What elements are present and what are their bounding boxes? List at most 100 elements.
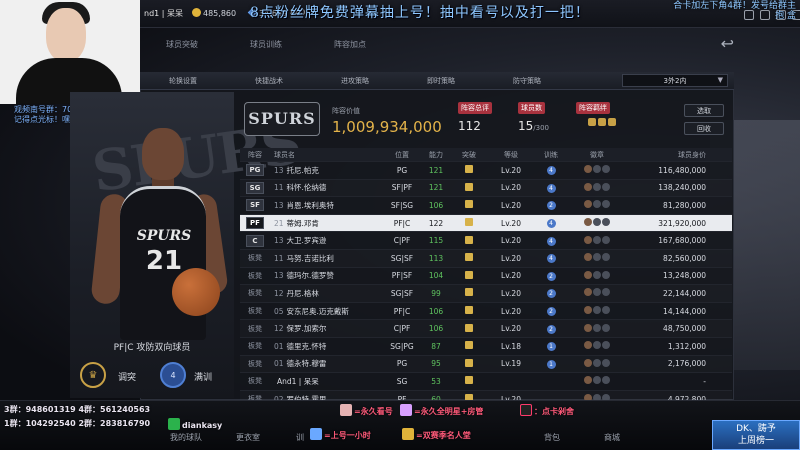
break-cell bbox=[450, 323, 488, 334]
badge-icon bbox=[584, 235, 592, 244]
level-cell: Lv.20 bbox=[501, 236, 521, 246]
train-level-icon: 2 bbox=[546, 324, 556, 334]
tab-quick-tactics[interactable]: 快捷战术 bbox=[226, 72, 312, 89]
badge-icon bbox=[602, 200, 610, 209]
break-cell bbox=[450, 235, 488, 246]
tab-points[interactable]: 阵容加点 bbox=[308, 34, 392, 54]
player-name: 托尼.帕克 bbox=[286, 165, 319, 175]
player-name-cell: 21 蒂姆.邓肯 bbox=[270, 218, 382, 229]
train-level-icon: 4 bbox=[546, 236, 556, 246]
slot-cell: 板凳 bbox=[240, 376, 270, 386]
breakthrough-button[interactable]: ♛ bbox=[80, 362, 106, 388]
badge-cell bbox=[568, 358, 626, 369]
level-cell: Lv.20 bbox=[501, 218, 521, 228]
table-row[interactable]: PG 13 托尼.帕克 PG 121 Lv.20 4 116,480,000 bbox=[240, 162, 732, 180]
webcam-overlay bbox=[0, 0, 140, 104]
breakthrough-label[interactable]: 调突 bbox=[118, 370, 136, 383]
nav-my-team[interactable]: 我的球队 bbox=[170, 432, 202, 443]
back-arrow-icon[interactable]: ↩ bbox=[721, 34, 734, 53]
table-header: 阵容 球员名 位置 能力 突破 等级 训练 徽章 球员身价 bbox=[240, 148, 732, 162]
slot-cell: SF bbox=[240, 199, 270, 212]
bench-label: 板凳 bbox=[248, 324, 262, 333]
rating-cell: 53 bbox=[431, 376, 441, 386]
jersey-num: 05 bbox=[274, 306, 284, 316]
rating-cell: 122 bbox=[428, 218, 444, 228]
badge-icon bbox=[584, 288, 592, 297]
level-cell: Lv.20 bbox=[501, 253, 521, 263]
table-row[interactable]: 板凳 11 马努.吉诺比利 SG|SF 113 Lv.20 4 82,560,000 bbox=[240, 250, 732, 268]
tab-offense[interactable]: 进攻策略 bbox=[312, 72, 398, 89]
train-level-icon: 4 bbox=[546, 254, 556, 264]
break-cell bbox=[450, 358, 488, 369]
table-row[interactable]: 板凳 01 德里克.怀特 SG|PG 87 Lv.18 1 1,312,000 bbox=[240, 338, 732, 356]
badge-icon bbox=[593, 288, 601, 297]
nav-backpack[interactable]: 背包 bbox=[544, 432, 560, 443]
tiktok-icon bbox=[520, 404, 532, 416]
lineup-select[interactable]: 3外2内 ▼ bbox=[622, 74, 728, 87]
coin-icon bbox=[192, 8, 201, 17]
badge-icon bbox=[584, 182, 592, 191]
player-name: 丹尼.格林 bbox=[286, 288, 319, 298]
badge-icon bbox=[602, 270, 610, 279]
train-label[interactable]: 满训 bbox=[194, 370, 212, 383]
train-button[interactable]: 4 bbox=[160, 362, 186, 388]
tab-breakthrough[interactable]: 球员突破 bbox=[140, 34, 224, 54]
tab-instant[interactable]: 即时策略 bbox=[398, 72, 484, 89]
nav-locker-room[interactable]: 更衣室 bbox=[236, 432, 260, 443]
table-row[interactable]: 板凳 13 德玛尔.德罗赞 PF|SF 104 Lv.20 2 13,248,000 bbox=[240, 268, 732, 286]
lineup-buff[interactable]: 阵容羁绊 bbox=[576, 102, 610, 114]
tab-defense[interactable]: 防守策略 bbox=[484, 72, 570, 89]
slot-cell: 板凳 bbox=[240, 288, 270, 298]
bench-label: 板凳 bbox=[248, 359, 262, 368]
recycle-button[interactable]: 回收 bbox=[684, 122, 724, 135]
train-cell: 4 bbox=[534, 236, 568, 246]
lineup-value-label: 阵容价值 bbox=[332, 107, 360, 115]
table-row[interactable]: 板凳 12 丹尼.格林 SG|SF 99 Lv.20 2 22,144,000 bbox=[240, 285, 732, 303]
nav-training[interactable]: 训 bbox=[296, 432, 304, 443]
train-cell: 2 bbox=[534, 288, 568, 299]
table-row[interactable]: 板凳 And1 | 呆呆 SG 53 - bbox=[240, 373, 732, 391]
jersey-num: 13 bbox=[274, 165, 284, 175]
table-row[interactable]: 板凳 12 保罗.加索尔 C|PF 106 Lv.20 2 48,750,000 bbox=[240, 320, 732, 338]
tag-watch: =永久看号 bbox=[340, 404, 393, 417]
train-cell: 2 bbox=[534, 271, 568, 281]
badge-icon bbox=[593, 253, 601, 262]
table-row[interactable]: 板凳 01 德永特.穆雷 PG 95 Lv.19 1 2,176,000 bbox=[240, 356, 732, 374]
player-name: 德里克.怀特 bbox=[286, 341, 327, 351]
train-cell: 1 bbox=[534, 359, 568, 369]
badge-icon bbox=[584, 358, 592, 367]
position-cell: SG bbox=[396, 376, 408, 386]
crown-icon bbox=[465, 288, 473, 297]
player-name-cell: 13 德玛尔.德罗赞 bbox=[270, 270, 382, 281]
tab-rotation[interactable]: 轮换设置 bbox=[140, 72, 226, 89]
train-cell: 4 bbox=[534, 165, 568, 176]
basketball bbox=[172, 268, 220, 316]
table-row[interactable]: SG 11 科怀.伦纳德 SF|PF 121 Lv.20 4 138,240,000 bbox=[240, 180, 732, 198]
tag-allstar: =永久全明星+房管 bbox=[400, 404, 483, 417]
badge-icon bbox=[593, 200, 601, 209]
tab-training[interactable]: 球员训练 bbox=[224, 34, 308, 54]
table-row[interactable]: PF 21 蒂姆.邓肯 PF|C 122 Lv.20 4 321,920,000 bbox=[240, 214, 732, 233]
break-cell bbox=[450, 200, 488, 210]
badge-cell bbox=[568, 288, 626, 298]
table-row[interactable]: SF 13 肖恩.埃利奥特 SF|SG 106 Lv.20 2 81,280,000 bbox=[240, 197, 732, 215]
badge-icon bbox=[602, 182, 610, 191]
bench-label: 板凳 bbox=[248, 254, 262, 263]
table-row[interactable]: 板凳 05 安东尼奥.迈克戴斯 PF|C 106 Lv.20 2 14,144,000 bbox=[240, 303, 732, 321]
train-cell: 2 bbox=[534, 306, 568, 317]
table-row[interactable]: C 13 大卫.罗宾逊 C|PF 115 Lv.20 4 167,680,000 bbox=[240, 232, 732, 250]
select-button[interactable]: 选取 bbox=[684, 104, 724, 117]
gift-icon bbox=[340, 404, 352, 416]
train-level-icon: 2 bbox=[546, 307, 556, 317]
level-cell: Lv.20 bbox=[501, 288, 521, 298]
buff-icons bbox=[588, 118, 616, 126]
badge-icon bbox=[593, 235, 601, 244]
badge-icon bbox=[593, 218, 601, 227]
jersey-num: 12 bbox=[274, 288, 284, 298]
train-level-icon: 4 bbox=[546, 183, 556, 193]
nav-store[interactable]: 商城 bbox=[604, 432, 620, 443]
streamer-face bbox=[46, 8, 86, 62]
jersey-num: 01 bbox=[274, 341, 284, 351]
badge-icon bbox=[602, 235, 610, 244]
jersey-num: 13 bbox=[274, 271, 284, 281]
